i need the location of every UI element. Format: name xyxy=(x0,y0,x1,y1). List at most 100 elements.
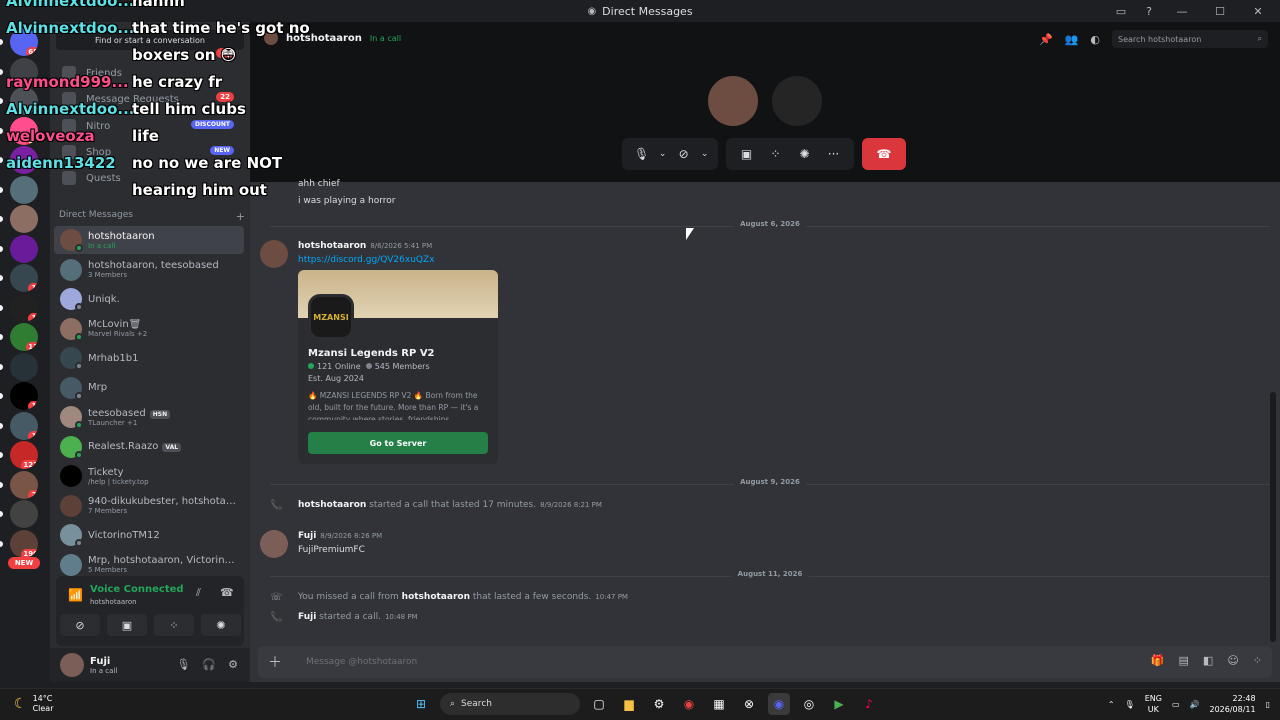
dm-item[interactable]: Mrp xyxy=(54,374,244,402)
gift-icon[interactable]: 🎁 xyxy=(1151,654,1165,667)
soundboard-button[interactable]: ✺ xyxy=(201,614,241,636)
language-indicator[interactable]: ENG UK xyxy=(1145,693,1162,715)
emoji-icon[interactable]: ☺ xyxy=(1227,654,1238,667)
settings-gear-icon[interactable]: ⚙ xyxy=(228,658,238,671)
soundboard-icon[interactable]: ✺ xyxy=(792,142,817,166)
microphone-icon[interactable]: 🎙 xyxy=(176,658,190,671)
server-icon[interactable]: 2 xyxy=(10,470,38,499)
camera-off-button[interactable]: ⊘ xyxy=(60,614,100,636)
dm-item[interactable]: hotshotaaron, teesobased 3 Members xyxy=(54,256,244,284)
maximize-button[interactable]: ☐ xyxy=(1208,5,1232,18)
apps-icon[interactable]: ⁘ xyxy=(1253,654,1262,667)
microphone-icon[interactable]: 🎙 xyxy=(630,142,653,166)
nav-quests[interactable]: Quests xyxy=(56,165,244,191)
inbox-icon[interactable]: ▭ xyxy=(1114,4,1128,18)
search-input[interactable]: Search hotshotaaron ⌕ xyxy=(1112,30,1268,48)
dm-item[interactable]: Mrhab1b1 xyxy=(54,344,244,372)
voice-status-title[interactable]: Voice Connected xyxy=(90,584,184,595)
avatar[interactable] xyxy=(260,240,288,268)
camera-off-icon[interactable]: ⊘ xyxy=(672,142,695,166)
help-icon[interactable]: ? xyxy=(1142,4,1156,18)
create-dm-button[interactable]: + xyxy=(236,210,245,223)
server-icon[interactable]: 1 xyxy=(10,382,38,410)
server-icon[interactable]: 1 xyxy=(10,264,38,292)
sticker-icon[interactable]: ◧ xyxy=(1203,654,1213,667)
hang-up-button[interactable]: ☎ xyxy=(862,138,906,170)
server-icon[interactable]: 123 xyxy=(10,441,38,469)
close-button[interactable]: ✕ xyxy=(1246,5,1270,18)
server-icon[interactable] xyxy=(10,234,38,263)
noise-suppression-icon[interactable]: ⫽ xyxy=(196,586,210,600)
server-icon[interactable] xyxy=(10,205,38,233)
more-options-icon[interactable]: ··· xyxy=(821,142,846,166)
gif-icon[interactable]: ▤ xyxy=(1179,654,1189,667)
volume-icon[interactable]: 🔊 xyxy=(1190,700,1200,709)
steam-icon[interactable]: ◎ xyxy=(798,693,820,715)
clock[interactable]: 22:48 2026/08/11 xyxy=(1209,693,1255,715)
message-composer[interactable]: ＋ Message @hotshotaaron 🎁 ▤ ◧ ☺ ⁘ xyxy=(258,646,1272,678)
taskbar-search[interactable]: ⌕ Search xyxy=(440,693,580,715)
chevron-down-icon[interactable]: ⌄ xyxy=(699,142,710,166)
new-servers-badge[interactable]: NEW xyxy=(8,557,40,569)
message-input[interactable]: Message @hotshotaaron xyxy=(306,657,417,667)
pin-icon[interactable]: 📌 xyxy=(1039,33,1053,46)
dm-item[interactable]: VictorinoTM12 xyxy=(54,521,244,549)
nav-shop[interactable]: Shop NEW xyxy=(56,139,244,165)
windows-start-icon[interactable]: ⊞ xyxy=(410,693,432,715)
server-icon[interactable]: 1 xyxy=(10,411,38,440)
message-author[interactable]: Fuji 8/9/2026 8:26 PM xyxy=(298,531,382,541)
minimize-button[interactable]: — xyxy=(1170,5,1194,18)
avatar[interactable] xyxy=(60,653,84,677)
server-icon[interactable] xyxy=(10,175,38,204)
server-icon[interactable]: 11 xyxy=(10,116,38,145)
avatar[interactable] xyxy=(260,530,288,558)
tiktok-icon[interactable]: ♪ xyxy=(858,693,880,715)
activities-button[interactable]: ⁘ xyxy=(154,614,194,636)
media-player-icon[interactable]: ▶ xyxy=(828,693,850,715)
store-icon[interactable]: ▦ xyxy=(708,693,730,715)
server-icon[interactable]: 1 xyxy=(10,293,38,322)
nav-nitro[interactable]: Nitro DISCOUNT xyxy=(56,113,244,139)
dm-item[interactable]: Tickety/help | tickety.top xyxy=(54,462,244,490)
dm-item[interactable]: Uniqk. xyxy=(54,285,244,313)
microphone-icon[interactable]: 🎙 xyxy=(1125,700,1135,709)
weather-widget[interactable]: ☾ 14°C Clear xyxy=(14,694,53,714)
server-icon[interactable]: 13 xyxy=(10,323,38,351)
call-participant-avatar[interactable] xyxy=(706,74,760,128)
server-icon[interactable] xyxy=(10,146,38,174)
discord-icon[interactable]: ◉ xyxy=(768,693,790,715)
notifications-icon[interactable]: ▯ xyxy=(1266,700,1270,709)
dm-item[interactable]: Mrp, hotshotaaron, VictorinoT... 5 Member… xyxy=(54,551,244,579)
chevron-up-icon[interactable]: ⌃ xyxy=(1108,700,1115,709)
scrollbar[interactable] xyxy=(1270,392,1276,642)
message-author[interactable]: hotshotaaron 8/6/2026 5:41 PM xyxy=(298,241,432,251)
file-explorer-icon[interactable]: ▆ xyxy=(618,693,640,715)
task-view-icon[interactable]: ▢ xyxy=(588,693,610,715)
dm-item[interactable]: hotshotaaron In a call xyxy=(54,226,244,254)
go-to-server-button[interactable]: Go to Server xyxy=(308,432,488,454)
invite-link[interactable]: https://discord.gg/QV26xuQZx xyxy=(298,255,435,265)
screen-share-button[interactable]: ▣ xyxy=(107,614,147,636)
server-icon[interactable] xyxy=(10,57,38,86)
settings-icon[interactable]: ⚙ xyxy=(648,693,670,715)
server-icon[interactable] xyxy=(10,352,38,381)
find-conversation-input[interactable]: Find or start a conversation xyxy=(56,30,244,50)
server-icon[interactable] xyxy=(10,87,38,115)
network-icon[interactable]: ▭ xyxy=(1172,700,1180,709)
nav-message-requests[interactable]: Message Requests 22 xyxy=(56,86,244,112)
add-attachment-icon[interactable]: ＋ xyxy=(268,652,288,672)
screen-share-icon[interactable]: ▣ xyxy=(734,142,759,166)
disconnect-icon[interactable]: ☎ xyxy=(220,586,234,600)
call-participant-avatar[interactable] xyxy=(770,74,824,128)
chevron-down-icon[interactable]: ⌄ xyxy=(657,142,668,166)
dm-item[interactable]: teesobased HSN TLauncher +1 xyxy=(54,403,244,431)
dm-item[interactable]: 940-dikukubester, hotshotaaro... 7 Member… xyxy=(54,492,244,520)
dm-item[interactable]: Realest.Raazo VAL xyxy=(54,433,244,461)
add-friend-icon[interactable]: 👥 xyxy=(1065,33,1079,46)
activities-icon[interactable]: ⁘ xyxy=(763,142,788,166)
headphones-icon[interactable]: 🎧 xyxy=(202,658,216,671)
server-icon[interactable]: 65 xyxy=(10,28,38,56)
profile-icon[interactable]: ◐ xyxy=(1090,33,1100,46)
server-icon[interactable]: 190 xyxy=(10,529,38,558)
server-icon[interactable] xyxy=(10,500,38,528)
